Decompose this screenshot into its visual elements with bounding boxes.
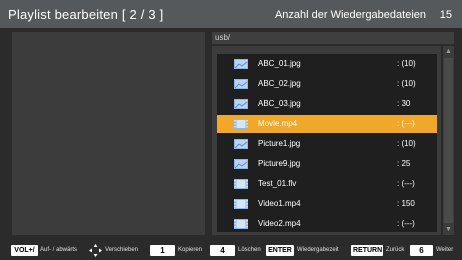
direction-pad-icon[interactable] xyxy=(89,244,102,257)
file-duration: : (10) xyxy=(397,59,416,68)
file-list-item[interactable]: Video2.mp4 : (---) xyxy=(217,215,437,233)
file-list-item[interactable]: Picture1.jpg : (10) xyxy=(217,135,437,153)
image-file-icon xyxy=(234,99,248,109)
image-file-icon xyxy=(234,159,248,169)
next-key-badge[interactable]: 6 xyxy=(410,245,433,256)
scrollbar[interactable]: ▲ ▼ xyxy=(443,46,454,235)
file-duration: : 150 xyxy=(397,199,415,208)
video-file-icon xyxy=(234,179,248,189)
return-key-badge[interactable]: RETURN xyxy=(351,245,383,256)
video-file-icon xyxy=(234,219,248,229)
scrollbar-track[interactable] xyxy=(444,58,453,223)
scroll-down-arrow-icon[interactable]: ▼ xyxy=(443,224,454,235)
return-key-label: Zurück xyxy=(386,247,405,253)
image-file-icon xyxy=(234,59,248,69)
path-bar: usb/ xyxy=(212,32,454,44)
file-list-item[interactable]: Picture9.jpg : 25 xyxy=(217,155,437,173)
file-name: Video2.mp4 xyxy=(258,219,301,228)
enter-key-label: Wiedergabezeit xyxy=(297,247,339,253)
file-list-item[interactable]: ABC_02.jpg : (10) xyxy=(217,75,437,93)
file-name: Movie.mp4 xyxy=(258,119,298,128)
header-bar: Playlist bearbeiten [ 2 / 3 ] Anzahl der… xyxy=(0,0,462,28)
video-file-icon xyxy=(234,119,248,129)
file-list-item[interactable]: ABC_03.jpg : 30 xyxy=(217,95,437,113)
vol-key-label: Auf- / abwärts xyxy=(40,247,78,253)
page-title: Playlist bearbeiten [ 2 / 3 ] xyxy=(8,7,164,22)
file-count-value: 15 xyxy=(439,9,452,21)
image-file-icon xyxy=(234,139,248,149)
file-name: Picture9.jpg xyxy=(258,159,301,168)
vol-key-badge[interactable]: VOL+/− xyxy=(11,245,38,260)
file-duration: : (---) xyxy=(397,119,415,128)
file-name: Picture1.jpg xyxy=(258,139,301,148)
move-key-label: Verschieben xyxy=(105,247,139,253)
footer-key-guide: VOL+/− Auf- / abwärts Verschieben 1 Kopi… xyxy=(0,240,462,260)
delete-key-badge[interactable]: 4 xyxy=(210,245,235,256)
file-name: ABC_02.jpg xyxy=(258,79,301,88)
enter-key-badge[interactable]: ENTER xyxy=(266,245,294,256)
copy-key-label: Kopieren xyxy=(178,247,203,253)
copy-key-badge[interactable]: 1 xyxy=(150,245,175,256)
file-list-item[interactable]: Video1.mp4 : 150 xyxy=(217,195,437,213)
next-key-label: Weiter xyxy=(436,247,454,253)
file-list-item[interactable]: Movie.mp4 : (---) xyxy=(217,115,437,133)
file-duration: : (---) xyxy=(397,219,415,228)
file-list-item[interactable]: ABC_01.jpg : (10) xyxy=(217,55,437,73)
preview-panel xyxy=(12,32,205,235)
file-duration: : 25 xyxy=(397,159,411,168)
file-list: ABC_01.jpg : (10) ABC_02.jpg : (10) ABC_03.j… xyxy=(217,54,437,232)
file-name: ABC_01.jpg xyxy=(258,59,301,68)
file-list-item[interactable]: Test_01.flv : (---) xyxy=(217,175,437,193)
file-name: Video1.mp4 xyxy=(258,199,301,208)
delete-key-label: Löschen xyxy=(238,247,261,253)
video-file-icon xyxy=(234,199,248,209)
file-duration: : (---) xyxy=(397,179,415,188)
file-name: Test_01.flv xyxy=(258,179,297,188)
file-list-panel: ABC_01.jpg : (10) ABC_02.jpg : (10) ABC_03.j… xyxy=(212,46,441,235)
file-name: ABC_03.jpg xyxy=(258,99,301,108)
playlist-editor-screen: Playlist bearbeiten [ 2 / 3 ] Anzahl der… xyxy=(0,0,462,260)
file-duration: : (10) xyxy=(397,139,416,148)
scroll-up-arrow-icon[interactable]: ▲ xyxy=(443,46,454,57)
image-file-icon xyxy=(234,79,248,89)
file-count-label: Anzahl der Wiedergabedateien xyxy=(274,9,426,21)
file-duration: : (10) xyxy=(397,79,416,88)
file-duration: : 30 xyxy=(397,99,411,108)
